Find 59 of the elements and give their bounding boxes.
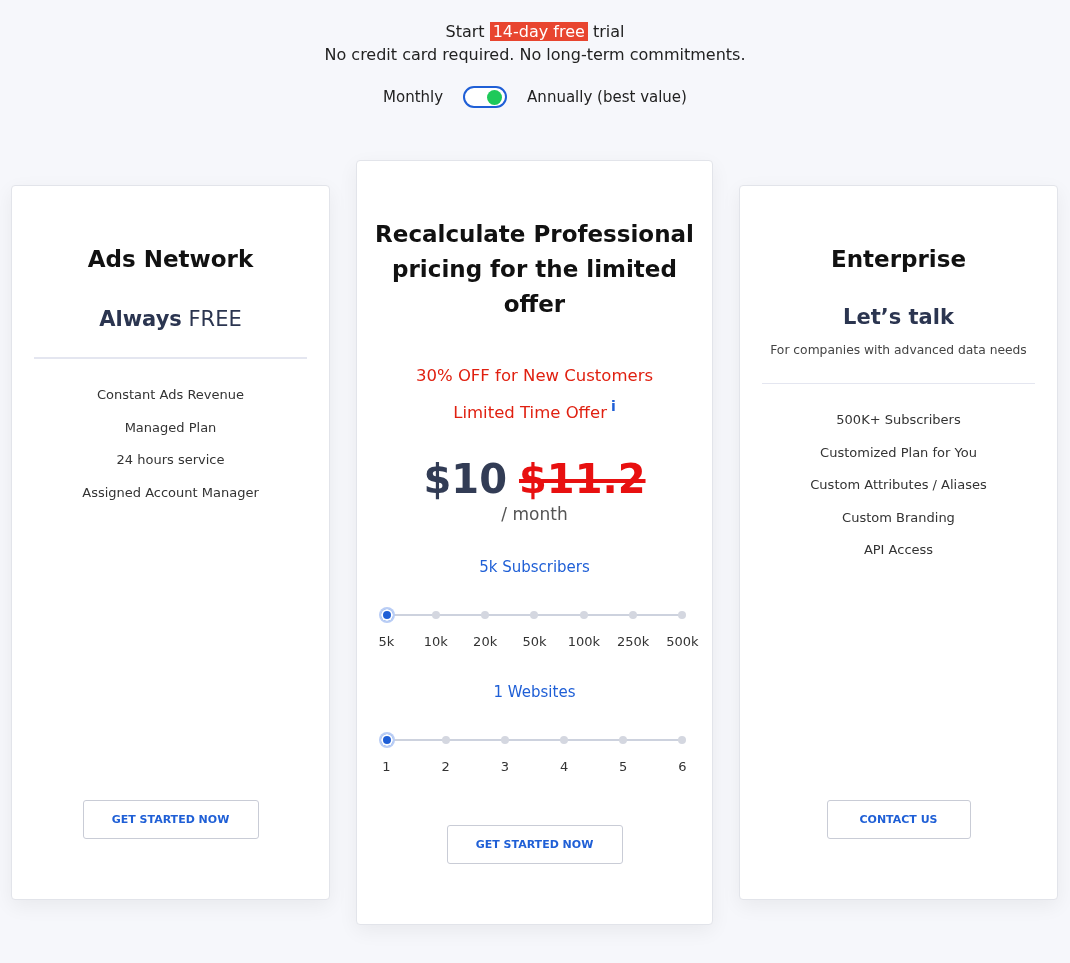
slider-step[interactable] [500, 735, 509, 744]
slider-label: 1 Websites [493, 682, 576, 701]
slider-step-label: 6 [677, 758, 688, 774]
get-started-button[interactable]: GET STARTED NOW [446, 825, 623, 864]
slider-step[interactable] [441, 735, 450, 744]
monthly-label: Monthly [383, 88, 444, 106]
slider-step[interactable] [560, 735, 569, 744]
plan-title: Enterprise [831, 245, 966, 274]
plan-feature: Customized Plan for You [820, 443, 977, 462]
slider-step[interactable] [678, 610, 687, 619]
trial-text: Start [445, 22, 485, 41]
plan-price: $10 [423, 455, 507, 502]
plan-feature: 500K+ Subscribers [836, 411, 961, 429]
slider-step[interactable] [619, 735, 628, 744]
plan-feature: API Access [863, 541, 934, 559]
slider-step-label: 10k [422, 633, 449, 649]
slider-step-label: 5 [618, 758, 629, 774]
slider-step-label: 250k [615, 633, 651, 649]
annual-label: Annually (best value) [527, 88, 687, 106]
slider-step[interactable] [579, 610, 588, 619]
plan-description: For companies with advanced data needs [770, 343, 1027, 357]
plan-feature: Constant Ads Revenue [97, 386, 244, 404]
info-icon[interactable]: i [610, 398, 616, 414]
plan-feature: Custom Attributes / Aliases [810, 476, 987, 494]
slider-step-label: 20k [472, 633, 499, 649]
slider-thumb[interactable] [380, 733, 393, 746]
offer-text: 30% OFF for New Customers [415, 366, 653, 385]
plan-feature: Custom Branding [842, 508, 955, 527]
slider-step[interactable] [481, 610, 490, 619]
slider-step-label: 2 [440, 758, 451, 774]
slider-step[interactable] [431, 610, 440, 619]
old-price: $11.2 [519, 455, 646, 502]
plan-feature: 24 hours service [116, 451, 225, 469]
billing-toggle[interactable] [463, 86, 508, 108]
slider-step-label: 100k [566, 633, 601, 649]
contact-button[interactable]: CONTACT US [826, 800, 971, 839]
slider-step-label: 5k [377, 633, 396, 649]
plan-feature: Managed Plan [124, 418, 217, 437]
slider-step[interactable] [678, 735, 687, 744]
slider-step[interactable] [629, 610, 638, 619]
slider-step-label: 1 [381, 758, 392, 774]
plan-price: Always FREE [99, 307, 242, 331]
get-started-button[interactable]: GET STARTED NOW [82, 800, 259, 839]
offer-text: Limited Time Offer [453, 402, 607, 422]
slider-step-label: 50k [521, 633, 548, 649]
trial-highlight: 14-day free [489, 22, 588, 41]
slider-thumb[interactable] [380, 608, 393, 621]
plan-title: Recalculate Professional pricing for the limited offer [374, 220, 695, 319]
slider-step[interactable] [530, 610, 539, 619]
trial-subtitle: No credit card required. No long-term commitments. [323, 44, 747, 66]
slider-step-label: 3 [499, 758, 510, 774]
slider-step-label: 500k [665, 633, 700, 649]
plan-title: Ads Network [87, 245, 254, 274]
slider-label: 5k Subscribers [479, 557, 590, 576]
trial-text: trial [592, 22, 625, 41]
plan-price: Let’s talk [843, 305, 954, 329]
price-period: / month [501, 503, 568, 524]
slider-step-label: 4 [558, 758, 570, 774]
plan-feature: Assigned Account Manager [82, 483, 259, 502]
